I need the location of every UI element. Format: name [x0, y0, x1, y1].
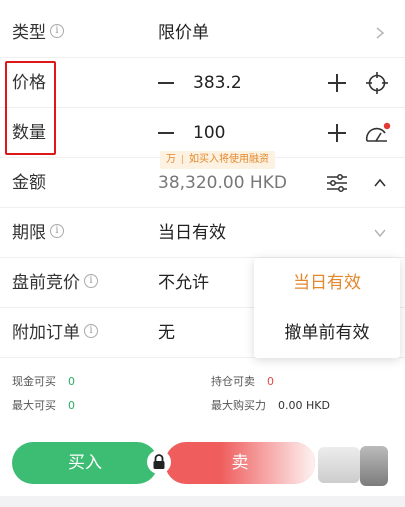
chevron-up-icon[interactable] — [373, 176, 387, 190]
premarket-label: 盘前竞价 — [12, 273, 80, 293]
order-type-label: 类型 — [12, 23, 46, 43]
annotation-highlight-box — [5, 61, 56, 155]
validity-row[interactable]: 期限 i 当日有效 — [0, 208, 405, 258]
validity-label: 期限 — [12, 223, 46, 243]
quantity-decrement-button[interactable] — [158, 132, 174, 134]
position-sell-stat: 持仓可卖 0 — [211, 375, 274, 388]
amount-label: 金额 — [12, 173, 46, 193]
premarket-value: 不允许 — [158, 273, 209, 293]
speedometer-icon[interactable] — [364, 121, 392, 145]
amount-row: 金额 38,320.00 HKD — [0, 158, 405, 208]
chevron-right-icon[interactable] — [373, 26, 387, 40]
validity-dropdown: 当日有效 撤单前有效 — [254, 258, 400, 358]
max-buy-stat: 最大可买 0 — [12, 399, 75, 412]
sliders-icon[interactable] — [326, 173, 348, 193]
chevron-down-icon[interactable] — [373, 226, 387, 240]
crosshair-icon[interactable] — [365, 71, 389, 95]
blurred-thumbnail — [360, 446, 388, 486]
price-increment-button[interactable] — [328, 74, 346, 92]
info-icon[interactable]: i — [84, 274, 98, 288]
buy-button[interactable]: 买入 — [12, 442, 158, 484]
attached-order-value: 无 — [158, 323, 175, 343]
cash-buy-value: 0 — [68, 375, 75, 388]
price-input[interactable]: 383.2 — [193, 58, 242, 108]
position-sell-value: 0 — [267, 375, 274, 388]
info-icon[interactable]: i — [50, 224, 64, 238]
max-power-stat: 最大购买力 0.00 HKD — [211, 399, 330, 412]
order-type-value: 限价单 — [158, 23, 209, 43]
info-icon[interactable]: i — [84, 324, 98, 338]
blurred-overlay — [318, 447, 360, 483]
order-type-row[interactable]: 类型 i 限价单 — [0, 8, 405, 58]
quantity-increment-button[interactable] — [328, 124, 346, 142]
sell-button[interactable]: 卖 — [165, 442, 315, 484]
lock-toggle[interactable] — [147, 450, 171, 474]
attached-order-label: 附加订单 — [12, 323, 80, 343]
info-icon[interactable]: i — [50, 24, 64, 38]
price-decrement-button[interactable] — [158, 82, 174, 84]
order-form: 类型 i 限价单 价格 383.2 数量 100 万如买入将使用融资 金额 38… — [0, 0, 405, 496]
validity-option-gtc[interactable]: 撤单前有效 — [254, 308, 400, 358]
validity-option-day[interactable]: 当日有效 — [254, 258, 400, 308]
validity-value: 当日有效 — [158, 223, 226, 243]
sell-label: 卖 — [231, 453, 249, 473]
amount-value: 38,320.00 HKD — [158, 173, 287, 193]
price-row: 价格 383.2 — [0, 58, 405, 108]
cash-buy-stat: 现金可买 0 — [12, 375, 75, 388]
max-buy-value: 0 — [68, 399, 75, 412]
lock-icon — [153, 454, 165, 469]
max-power-value: 0.00 HKD — [278, 399, 330, 412]
